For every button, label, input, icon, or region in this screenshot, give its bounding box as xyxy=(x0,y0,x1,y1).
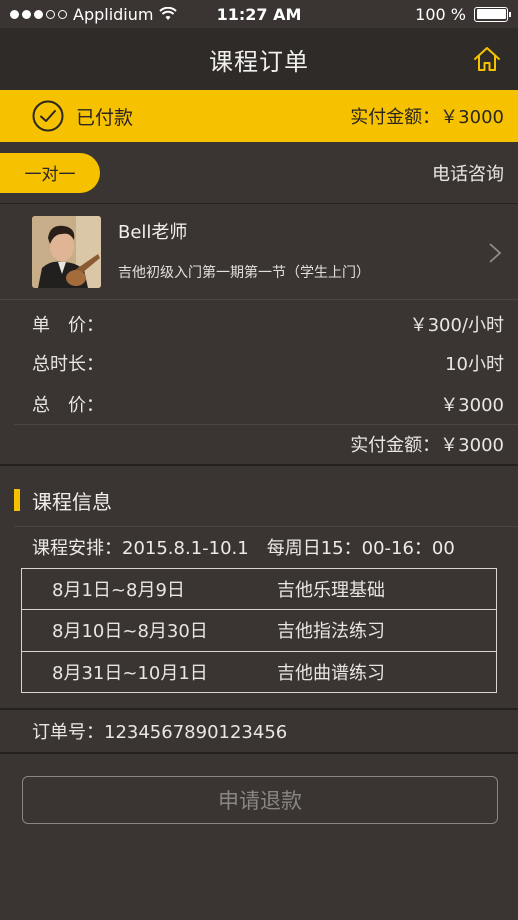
schedule-topic: 吉他乐理基础 xyxy=(277,580,385,602)
phone-consult-link[interactable]: 电话咨询 xyxy=(432,160,504,186)
unit-price-row: 单 价： ￥300/小时 xyxy=(0,304,518,344)
battery-percent: 100 % xyxy=(415,4,466,24)
paid-status-group: 已付款 xyxy=(32,100,133,132)
wifi-icon xyxy=(159,7,178,20)
duration-row: 总时长： 10小时 xyxy=(0,343,518,383)
schedule-date: 8月1日~8月9日 xyxy=(52,580,185,602)
duration-label: 总时长： xyxy=(32,354,104,375)
total-price-row: 总 价： ￥3000 xyxy=(0,384,518,424)
home-icon xyxy=(474,47,500,71)
course-type-row: 一对一 电话咨询 xyxy=(0,142,518,204)
section-divider xyxy=(0,464,518,466)
paid-amount-row: 实付金额：￥3000 xyxy=(0,424,518,464)
teacher-avatar xyxy=(32,216,101,288)
paid-status-label: 已付款 xyxy=(76,106,134,129)
battery-icon xyxy=(474,6,511,22)
carrier-name: Applidium xyxy=(73,4,154,24)
teacher-name: Bell老师 xyxy=(118,222,188,243)
home-button[interactable] xyxy=(470,42,504,76)
paid-status-banner: 已付款 实付金额：￥3000 xyxy=(0,90,518,142)
total-price-label: 总 价： xyxy=(32,395,104,416)
section-accent-bar xyxy=(14,489,20,511)
course-info-header: 课程信息 xyxy=(14,484,112,516)
teacher-card[interactable]: Bell老师 吉他初级入门第一期第一节（学生上门） xyxy=(0,204,518,300)
schedule-table: 8月1日~8月9日 吉他乐理基础 8月10日~8月30日 吉他指法练习 8月31… xyxy=(21,568,497,693)
order-number: 订单号：1234567890123456 xyxy=(32,722,288,743)
order-number-row: 订单号：1234567890123456 xyxy=(0,708,518,754)
table-row: 8月31日~10月1日 吉他曲谱练习 xyxy=(22,652,496,693)
refund-button[interactable]: 申请退款 xyxy=(22,776,498,824)
unit-price-value: ￥300/小时 xyxy=(409,315,504,336)
section-title: 课程信息 xyxy=(32,489,112,514)
course-schedule: 课程安排：2015.8.1-10.1 每周日15：00-16：00 xyxy=(32,538,455,559)
signal-strength-icon xyxy=(10,9,67,19)
check-circle-icon xyxy=(32,100,64,132)
status-right: 100 % xyxy=(415,4,511,24)
table-row: 8月1日~8月9日 吉他乐理基础 xyxy=(22,569,496,611)
duration-value: 10小时 xyxy=(445,354,504,375)
course-type-badge: 一对一 xyxy=(0,152,100,193)
status-bar: Applidium 11:27 AM 100 % xyxy=(0,0,518,28)
total-price-value: ￥3000 xyxy=(440,395,504,416)
divider xyxy=(14,526,518,527)
unit-price-label: 单 价： xyxy=(32,315,104,336)
nav-bar: 课程订单 xyxy=(0,28,518,90)
paid-amount: 实付金额：￥3000 xyxy=(350,107,504,128)
chevron-right-icon xyxy=(489,243,502,263)
paid-amount-summary: 实付金额：￥3000 xyxy=(350,435,504,456)
status-left: Applidium xyxy=(10,4,178,24)
schedule-topic: 吉他指法练习 xyxy=(277,621,385,643)
schedule-date: 8月31日~10月1日 xyxy=(52,663,208,685)
schedule-topic: 吉他曲谱练习 xyxy=(277,663,385,685)
app-screen: Applidium 11:27 AM 100 % 课程订单 已付款 实付金额：￥… xyxy=(0,0,518,920)
schedule-date: 8月10日~8月30日 xyxy=(52,621,208,643)
page-title: 课程订单 xyxy=(209,47,309,76)
course-title: 吉他初级入门第一期第一节（学生上门） xyxy=(118,265,370,281)
table-row: 8月10日~8月30日 吉他指法练习 xyxy=(22,610,496,652)
